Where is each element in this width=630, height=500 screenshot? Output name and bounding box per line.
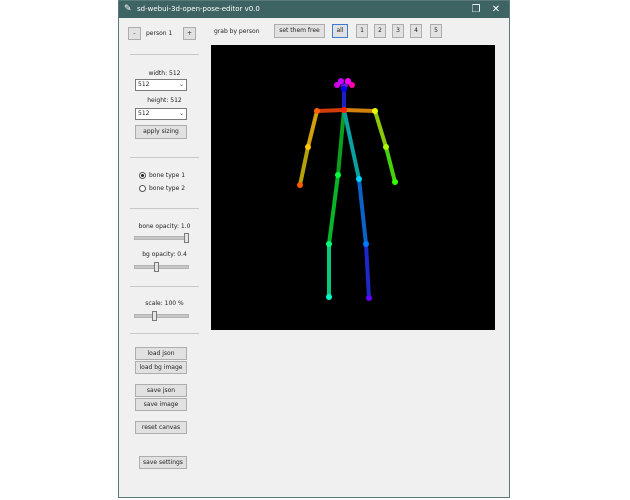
joint-left-ear[interactable] [349,82,355,88]
height-label: height: 512 [147,97,182,104]
joint-right-shoulder[interactable] [314,108,320,114]
bone-left-shin [364,242,371,300]
joint-nose[interactable] [341,86,347,92]
joint-right-wrist[interactable] [297,182,303,188]
width-label: width: 512 [148,70,181,77]
bg-opacity-slider[interactable] [134,262,189,272]
title-bar: ✎ sd-webui-3d-open-pose-editor v0.0 ❐ ✕ [119,1,509,18]
slider-thumb[interactable] [154,262,159,272]
scale-slider[interactable] [134,311,189,321]
slider-thumb[interactable] [152,311,157,321]
joint-left-elbow[interactable] [383,144,389,150]
bone-right-forearm [298,145,310,187]
pose-skeleton[interactable] [211,45,495,330]
person-4-button[interactable]: 4 [410,24,422,38]
save-settings-button[interactable]: save settings [139,456,187,469]
bone-right-torso [336,108,346,177]
app-window: ✎ sd-webui-3d-open-pose-editor v0.0 ❐ ✕ … [118,0,510,498]
load-json-button[interactable]: load json [135,347,187,360]
set-them-free-button[interactable]: set them free [274,24,325,38]
window-title: sd-webui-3d-open-pose-editor v0.0 [137,5,260,13]
pose-canvas[interactable] [211,45,495,330]
person-next-button[interactable]: + [183,27,196,40]
person-5-button[interactable]: 5 [430,24,442,38]
reset-canvas-button[interactable]: reset canvas [135,421,187,434]
person-label: person 1 [146,30,173,37]
bone-right-upper-arm [306,109,319,149]
joint-right-hip[interactable] [335,172,341,178]
separator [130,54,199,55]
joint-left-wrist[interactable] [392,179,398,185]
person-prev-button[interactable]: - [128,27,141,40]
joint-right-knee[interactable] [326,241,332,247]
close-icon[interactable]: ✕ [489,3,503,16]
apply-sizing-button[interactable]: apply sizing [135,125,187,139]
app-icon: ✎ [124,4,132,14]
height-select[interactable]: 512 ⌄ [135,108,187,120]
width-select[interactable]: 512 ⌄ [135,79,187,91]
slider-track [134,236,189,240]
chevron-down-icon: ⌄ [178,110,184,117]
bone-left-torso [342,108,361,181]
grab-by-person-label: grab by person [214,28,260,35]
bone-left-thigh [357,177,368,246]
bone-type-2-label: bone type 2 [149,185,186,192]
chevron-down-icon: ⌄ [178,81,184,88]
bones [298,79,397,300]
scale-label: scale: 100 % [145,300,184,307]
joint-left-hip[interactable] [356,176,362,182]
bone-type-2-radio[interactable] [139,185,146,192]
bone-left-upper-arm [373,109,388,149]
separator [130,157,199,158]
person-3-button[interactable]: 3 [392,24,404,38]
joint-right-ankle[interactable] [326,294,332,300]
slider-track [134,265,189,269]
slider-thumb[interactable] [184,233,189,243]
separator [130,333,199,334]
bone-left-forearm [384,145,397,184]
slider-track [134,314,189,318]
bone-right-thigh [327,173,340,246]
separator [130,208,199,209]
height-select-value: 512 [138,110,150,117]
save-image-button[interactable]: save image [135,398,187,411]
restore-icon[interactable]: ❐ [469,3,483,16]
joint-left-shoulder[interactable] [372,108,378,114]
bone-opacity-label: bone opacity: 1.0 [138,223,191,230]
all-button[interactable]: all [332,24,348,38]
bone-type-1-radio[interactable] [139,172,146,179]
load-bg-image-button[interactable]: load bg image [135,361,187,374]
joint-neck[interactable] [341,107,347,113]
joint-right-ear[interactable] [334,82,340,88]
separator [130,286,199,287]
bg-opacity-label: bg opacity: 0.4 [142,251,187,258]
person-2-button[interactable]: 2 [374,24,386,38]
person-1-button[interactable]: 1 [356,24,368,38]
bone-neck-left-shoulder [342,108,377,113]
bone-opacity-slider[interactable] [134,233,189,243]
joint-left-ankle[interactable] [366,295,372,301]
joint-right-elbow[interactable] [305,144,311,150]
bone-type-1-label: bone type 1 [149,172,186,179]
joint-left-knee[interactable] [363,241,369,247]
bone-neck-right-shoulder [315,108,346,113]
save-json-button[interactable]: save json [135,384,187,397]
width-select-value: 512 [138,81,150,88]
